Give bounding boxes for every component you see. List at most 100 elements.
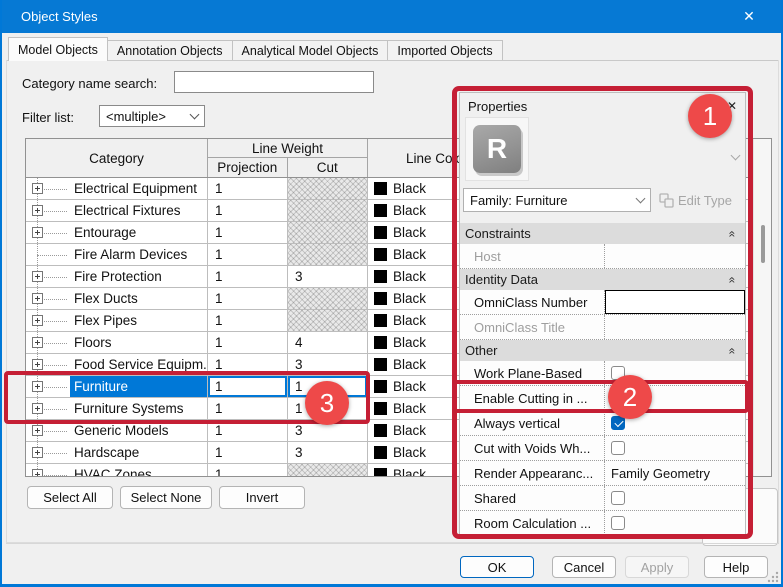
close-icon[interactable]: ✕ [729, 0, 769, 33]
section-identity-data[interactable]: Identity Data« [460, 269, 745, 290]
header-cut: Cut [288, 158, 368, 177]
room-calculation-checkbox[interactable] [611, 516, 625, 530]
projection-value[interactable]: 1 [208, 244, 288, 265]
tab-annotation-objects[interactable]: Annotation Objects [107, 40, 233, 61]
color-swatch [374, 182, 387, 195]
property-label: Work Plane-Based [460, 361, 605, 385]
table-scrollbar[interactable] [753, 139, 771, 476]
expand-icon[interactable] [32, 469, 43, 478]
collapse-icon[interactable]: « [726, 230, 740, 237]
projection-value[interactable]: 1 [208, 420, 288, 441]
family-selector-dropdown[interactable]: Family: Furniture [463, 188, 651, 212]
help-button[interactable]: Help [704, 556, 768, 578]
expand-icon[interactable] [32, 359, 43, 370]
cut-with-voids-checkbox[interactable] [611, 441, 625, 455]
projection-value[interactable]: 1 [208, 222, 288, 243]
tab-strip: Model Objects Annotation Objects Analyti… [8, 37, 502, 61]
tab-analytical-model-objects[interactable]: Analytical Model Objects [232, 40, 389, 61]
property-value [605, 244, 745, 268]
property-value [605, 315, 745, 339]
invert-button[interactable]: Invert [219, 486, 305, 509]
property-label: Host [460, 244, 605, 268]
properties-panel: Properties ✕ R Family: Furniture Edit Ty… [459, 92, 746, 535]
projection-value[interactable]: 1 [208, 398, 288, 419]
tab-imported-objects[interactable]: Imported Objects [387, 40, 502, 61]
projection-value[interactable]: 1 [208, 200, 288, 221]
shared-checkbox[interactable] [611, 491, 625, 505]
type-selector-row: Family: Furniture Edit Type [460, 185, 745, 215]
resize-grip-icon[interactable] [766, 570, 779, 583]
property-row: Enable Cutting in ... [460, 386, 745, 411]
scrollbar-thumb[interactable] [761, 225, 765, 263]
expand-icon[interactable] [32, 227, 43, 238]
dialog-title: Object Styles [21, 9, 98, 24]
section-other[interactable]: Other« [460, 340, 745, 361]
collapse-icon[interactable]: « [726, 347, 740, 354]
cut-value[interactable]: 3 [288, 442, 368, 463]
cancel-button[interactable]: Cancel [552, 556, 616, 578]
expand-icon[interactable] [32, 337, 43, 348]
property-value-input[interactable] [605, 290, 745, 314]
property-label: Render Appearanc... [460, 461, 605, 485]
expand-icon[interactable] [32, 381, 43, 392]
cut-value[interactable]: 4 [288, 332, 368, 353]
property-row: OmniClass Number [460, 290, 745, 315]
footer-divider [6, 543, 779, 544]
category-name: Fire Protection [70, 266, 207, 287]
projection-value[interactable]: 1 [208, 288, 288, 309]
category-name: Flex Ducts [70, 288, 207, 309]
projection-value[interactable]: 1 [208, 266, 288, 287]
header-projection: Projection [208, 158, 288, 177]
expand-icon[interactable] [32, 183, 43, 194]
color-swatch [374, 204, 387, 217]
expand-icon[interactable] [32, 315, 43, 326]
property-row: OmniClass Title [460, 315, 745, 340]
expand-icon[interactable] [32, 205, 43, 216]
annotation-marker-3: 3 [305, 381, 349, 425]
color-swatch [374, 402, 387, 415]
expand-icon[interactable] [32, 447, 43, 458]
property-row: Cut with Voids Wh... [460, 436, 745, 461]
section-constraints[interactable]: Constraints« [460, 223, 745, 244]
projection-value[interactable]: 1 [208, 464, 288, 477]
title-bar: Object Styles ✕ [0, 0, 783, 33]
tab-model-objects[interactable]: Model Objects [8, 37, 108, 61]
category-name: Hardscape [70, 442, 207, 463]
collapse-icon[interactable]: « [726, 276, 740, 283]
expand-icon[interactable] [32, 403, 43, 414]
expand-icon[interactable] [32, 425, 43, 436]
projection-value[interactable]: 1 [208, 354, 288, 375]
color-swatch [374, 380, 387, 393]
property-row: Host [460, 244, 745, 269]
expand-icon[interactable] [32, 271, 43, 282]
color-swatch [374, 292, 387, 305]
ok-button[interactable]: OK [460, 556, 534, 578]
projection-value[interactable]: 1 [208, 332, 288, 353]
category-search-input[interactable] [174, 71, 374, 93]
color-swatch [374, 270, 387, 283]
property-row: Work Plane-Based [460, 361, 745, 386]
projection-value[interactable]: 1 [208, 442, 288, 463]
projection-value[interactable]: 1 [208, 376, 288, 397]
category-name: Fire Alarm Devices [70, 244, 207, 265]
color-swatch [374, 336, 387, 349]
annotation-marker-2: 2 [608, 375, 652, 419]
select-none-button[interactable]: Select None [120, 486, 212, 509]
cut-value[interactable]: 3 [288, 354, 368, 375]
select-all-button[interactable]: Select All [27, 486, 113, 509]
projection-value[interactable]: 1 [208, 178, 288, 199]
expand-icon[interactable] [32, 293, 43, 304]
edit-type-icon [659, 193, 674, 208]
category-name: Flex Pipes [70, 310, 207, 331]
chevron-down-icon [190, 110, 200, 120]
cut-value[interactable]: 3 [288, 266, 368, 287]
filter-list-dropdown[interactable]: <multiple> [99, 105, 205, 127]
family-selector-value: Family: Furniture [470, 193, 568, 208]
cut-value [288, 178, 368, 199]
filter-list-label: Filter list: [22, 110, 74, 125]
render-appearance-value[interactable]: Family Geometry [605, 461, 745, 485]
property-label: Cut with Voids Wh... [460, 436, 605, 460]
property-label: OmniClass Number [460, 290, 605, 314]
type-selector-chevron-icon[interactable] [731, 151, 741, 161]
projection-value[interactable]: 1 [208, 310, 288, 331]
